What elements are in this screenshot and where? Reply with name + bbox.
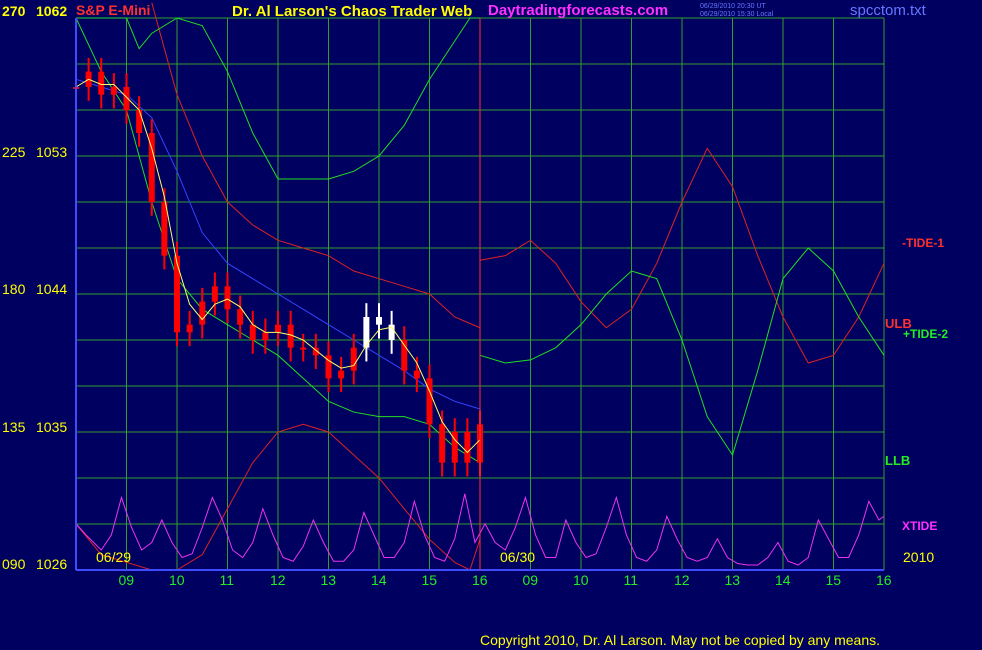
instrument-title: S&P E-Mini — [76, 2, 150, 18]
page-title: Dr. Al Larson's Chaos Trader Web — [232, 3, 472, 20]
price-bar-body — [174, 255, 180, 333]
timestamp-local: 06/29/2010 15:30 Local — [700, 11, 774, 18]
series-label-tide1: -TIDE-1 — [902, 236, 944, 250]
chart-background — [0, 0, 982, 650]
x-tick-label: 10 — [169, 572, 185, 588]
price-bar-body — [376, 317, 382, 325]
x-tick-label: 16 — [876, 572, 892, 588]
price-bar-body — [224, 286, 231, 310]
x-tick-label: 11 — [624, 572, 639, 588]
y-tick-outer-top: 270 — [2, 3, 26, 19]
price-bar-body — [350, 347, 357, 371]
x-tick-label: 13 — [725, 572, 741, 588]
chart-canvas: 09 10 11 12 13 14 15 16 09 10 11 12 13 14 15 16 270 106… — [0, 0, 982, 650]
x-tick-label: 12 — [674, 572, 690, 588]
price-bar-body — [300, 347, 307, 350]
series-label-llb: LLB — [885, 453, 910, 468]
price-bar-body — [439, 424, 446, 463]
price-bar-body — [199, 301, 206, 325]
y-tick-outer-4: 135 — [2, 419, 26, 435]
price-bar-body — [262, 332, 269, 340]
price-bar-body — [237, 309, 244, 325]
y-tick-outer-5: 090 — [2, 556, 26, 572]
date-label-2: 06/30 — [500, 549, 535, 565]
copyright-notice: Copyright 2010, Dr. Al Larson. May not b… — [480, 632, 880, 648]
y-tick-outer-2: 225 — [2, 144, 26, 160]
price-bar-body — [186, 324, 193, 333]
price-bar-body — [211, 286, 218, 302]
date-label-1: 06/29 — [96, 549, 131, 565]
y-tick-inner-4: 1035 — [36, 419, 67, 435]
price-bar-body — [136, 110, 143, 133]
timestamp-utc: 06/29/2010 20:30 UT — [700, 3, 766, 10]
x-tick-label: 13 — [321, 572, 337, 588]
x-tick-label: 11 — [220, 572, 235, 588]
year-label: 2010 — [903, 549, 934, 565]
x-tick-label: 10 — [573, 572, 589, 588]
y-tick-inner-2: 1053 — [36, 144, 67, 160]
y-tick-inner-top: 1062 — [36, 3, 67, 19]
price-bar-body — [338, 370, 345, 379]
y-tick-inner-3: 1044 — [36, 281, 67, 297]
site-link[interactable]: Daytradingforecasts.com — [488, 2, 668, 19]
x-tick-label: 09 — [523, 572, 539, 588]
x-tick-label: 12 — [270, 572, 286, 588]
x-tick-label: 15 — [422, 572, 438, 588]
x-tick-label: 15 — [826, 572, 842, 588]
price-bar-body — [275, 324, 281, 333]
price-bar-body — [249, 324, 256, 340]
file-name: spcctom.txt — [850, 2, 927, 19]
y-tick-inner-5: 1026 — [36, 556, 67, 572]
y-tick-outer-3: 180 — [2, 281, 26, 297]
price-bar-body — [413, 370, 420, 379]
x-tick-label: 14 — [371, 572, 387, 588]
price-bar-body — [123, 87, 130, 110]
x-tick-label: 14 — [775, 572, 791, 588]
x-tick-label: 09 — [119, 572, 135, 588]
x-tick-label: 16 — [472, 572, 488, 588]
price-bar-body — [110, 87, 117, 95]
series-label-xtide: XTIDE — [902, 519, 937, 533]
series-label-tide2: +TIDE-2 — [903, 327, 948, 341]
price-bar-body — [464, 432, 471, 463]
